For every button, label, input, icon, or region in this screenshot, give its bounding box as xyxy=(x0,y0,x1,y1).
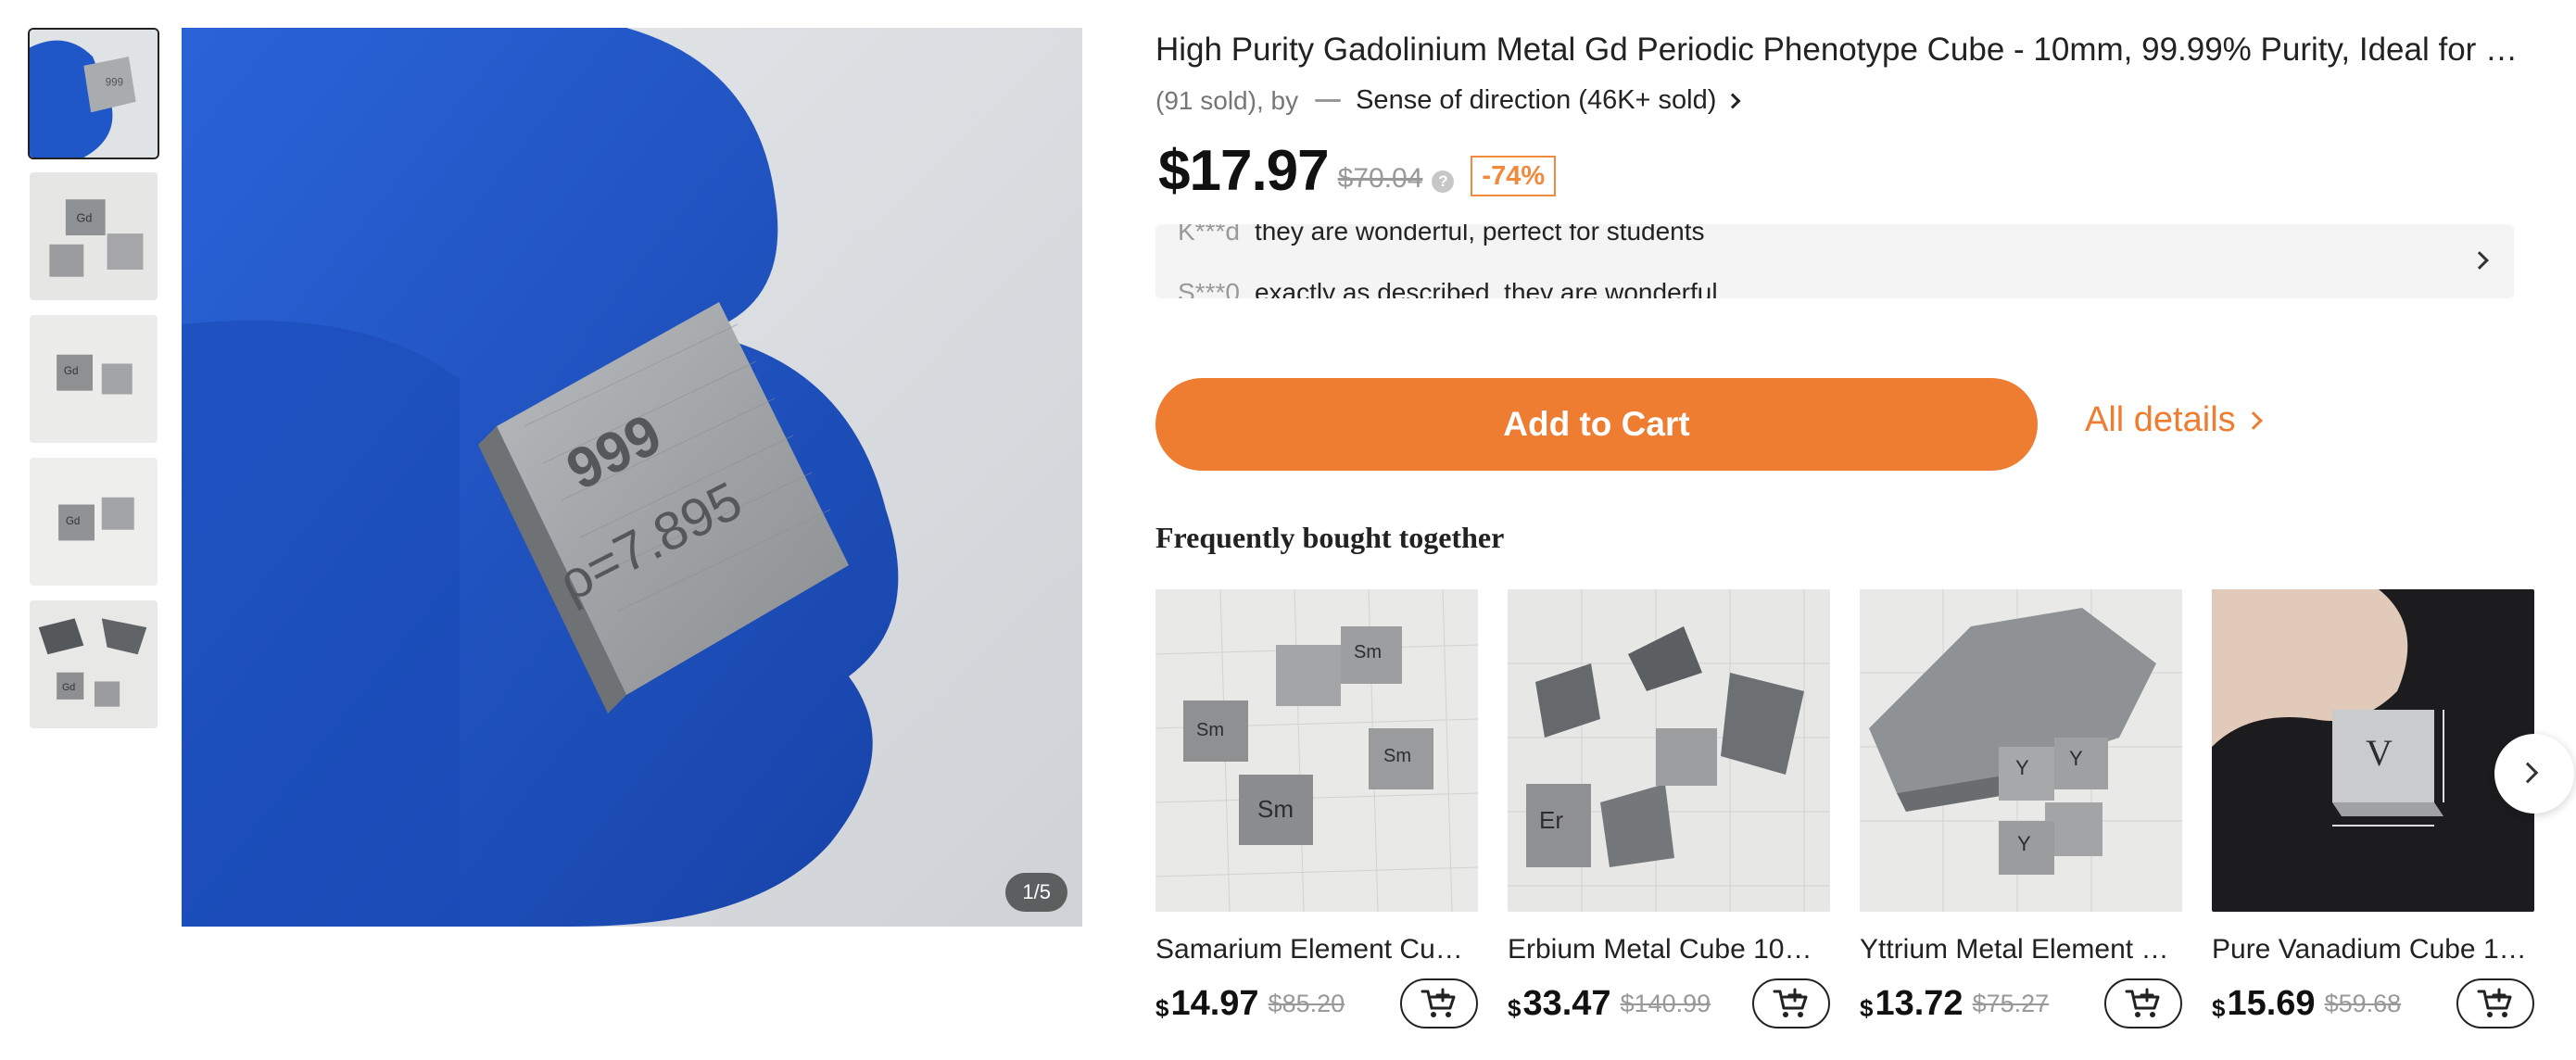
product-name[interactable]: Samarium Element Cube ... xyxy=(1155,934,1478,965)
svg-text:V: V xyxy=(2366,732,2393,774)
product-price: 14.97 xyxy=(1170,983,1259,1023)
thumbnail-3[interactable]: Gd xyxy=(28,313,159,445)
product-carousel: Sm Sm Sm Sm Samarium Element Cube ... $ … xyxy=(1155,589,2576,1034)
cart-plus-icon xyxy=(2477,988,2512,1017)
discount-badge: -74% xyxy=(1471,156,1557,196)
chevron-right-icon[interactable] xyxy=(2470,251,2489,270)
chevron-right-icon xyxy=(2517,762,2539,784)
svg-text:Sm: Sm xyxy=(1354,642,1382,662)
thumbnail-2-image: Gd xyxy=(30,172,158,300)
currency-symbol: $ xyxy=(1860,994,1874,1022)
product-price: 15.69 xyxy=(2227,983,2316,1023)
svg-text:Gd: Gd xyxy=(64,365,79,377)
original-price: $70.04 xyxy=(1337,163,1423,194)
review-item: S***0 exactly as described, they are wond… xyxy=(1178,278,1718,298)
review-text: they are wonderful, perfect for students xyxy=(1254,224,1705,246)
product-name[interactable]: Pure Vanadium Cube 10... xyxy=(2212,934,2534,965)
thumbnail-4-image: Gd xyxy=(30,458,158,586)
add-to-cart-icon[interactable] xyxy=(1400,978,1478,1028)
product-price-row: $ 14.97 $85.20 xyxy=(1155,978,1478,1028)
sold-by-label: ), by xyxy=(1247,85,1299,115)
product-name[interactable]: Erbium Metal Cube 10m... xyxy=(1508,934,1830,965)
erbium-cubes-photo: Er xyxy=(1508,589,1830,912)
product-price: 13.72 xyxy=(1875,983,1964,1023)
svg-text:999: 999 xyxy=(106,76,123,88)
gadolinium-cube-photo: 999 ρ=7.895 xyxy=(182,28,1082,927)
product-original-price: $85.20 xyxy=(1268,989,1345,1017)
question-circle-icon[interactable]: ? xyxy=(1432,170,1455,193)
add-to-cart-icon[interactable] xyxy=(2104,978,2182,1028)
svg-text:Gd: Gd xyxy=(77,211,93,224)
product-image[interactable]: Sm Sm Sm Sm xyxy=(1155,589,1478,912)
product-original-price: $59.68 xyxy=(2324,989,2402,1017)
product-card[interactable]: V Pure Vanadium Cube 10... $ 15.69 $59.6… xyxy=(2212,589,2534,1028)
review-item: K***d they are wonderful, perfect for stu… xyxy=(1178,224,1705,246)
thumbnail-5[interactable]: Gd xyxy=(28,599,159,730)
store-logo-icon xyxy=(1315,99,1342,102)
product-original-price: $140.99 xyxy=(1620,989,1711,1017)
sold-and-seller: (91 sold), by Sense of direction (46K+ s… xyxy=(1155,85,1741,116)
yttrium-cubes-photo: Y Y Y xyxy=(1860,589,2182,912)
price-row: $17.97 $70.04 ? -74% xyxy=(1158,139,1557,204)
sold-count: (91 sold xyxy=(1155,85,1248,115)
product-price-row: $ 15.69 $59.68 xyxy=(2212,978,2534,1028)
svg-text:Gd: Gd xyxy=(62,682,75,693)
svg-text:Sm: Sm xyxy=(1383,746,1411,766)
reviewer-name: K***d xyxy=(1178,224,1240,246)
all-details-link[interactable]: All details xyxy=(2085,400,2263,440)
product-original-price: $75.27 xyxy=(1972,989,2050,1017)
svg-text:Sm: Sm xyxy=(1257,795,1294,823)
thumbnail-1-image: 999 xyxy=(30,30,158,158)
svg-text:Er: Er xyxy=(1539,806,1563,834)
product-card[interactable]: Y Y Y Yttrium Metal Element C... $ 13.72… xyxy=(1860,589,2182,1028)
svg-text:Sm: Sm xyxy=(1196,720,1224,740)
thumbnail-3-image: Gd xyxy=(30,315,158,443)
thumbnail-4[interactable]: Gd xyxy=(28,456,159,587)
product-price: 33.47 xyxy=(1522,983,1611,1023)
product-name[interactable]: Yttrium Metal Element C... xyxy=(1860,934,2182,965)
store-link[interactable]: Sense of direction (46K+ sold) xyxy=(1356,85,1716,116)
svg-text:Y: Y xyxy=(2017,832,2031,855)
main-product-image[interactable]: 999 ρ=7.895 1/5 xyxy=(182,28,1082,927)
add-to-cart-icon[interactable] xyxy=(1752,978,1830,1028)
chevron-right-icon xyxy=(2243,410,2263,430)
thumbnail-5-image: Gd xyxy=(30,600,158,728)
all-details-label: All details xyxy=(2085,400,2236,439)
product-price-row: $ 13.72 $75.27 xyxy=(1860,978,2182,1028)
currency-symbol: $ xyxy=(1508,994,1522,1022)
cart-plus-icon xyxy=(1421,988,1456,1017)
product-price-row: $ 33.47 $140.99 xyxy=(1508,978,1830,1028)
currency-symbol: $ xyxy=(1155,994,1169,1022)
thumbnail-strip: 999 Gd Gd Gd Gd xyxy=(28,28,159,741)
product-card[interactable]: Sm Sm Sm Sm Samarium Element Cube ... $ … xyxy=(1155,589,1478,1028)
product-title: High Purity Gadolinium Metal Gd Periodic… xyxy=(1155,32,2536,68)
currency-symbol: $ xyxy=(2212,994,2226,1022)
svg-text:Y: Y xyxy=(2069,747,2083,770)
cart-plus-icon xyxy=(2125,988,2160,1017)
svg-text:Y: Y xyxy=(2015,756,2029,779)
review-text: exactly as described, they are wonderful xyxy=(1254,278,1718,298)
samarium-cubes-photo: Sm Sm Sm Sm xyxy=(1155,589,1478,912)
thumbnail-1[interactable]: 999 xyxy=(28,28,159,159)
reviewer-name: S***0 xyxy=(1178,278,1240,298)
chevron-right-icon xyxy=(1724,93,1741,108)
product-image[interactable]: Er xyxy=(1508,589,1830,912)
thumbnail-2[interactable]: Gd xyxy=(28,170,159,302)
product-image[interactable]: V xyxy=(2212,589,2534,912)
product-image[interactable]: Y Y Y xyxy=(1860,589,2182,912)
vanadium-cube-photo: V xyxy=(2212,589,2534,912)
image-counter: 1/5 xyxy=(1005,873,1067,912)
section-title: Frequently bought together xyxy=(1155,521,1505,554)
review-ticker[interactable]: K***d they are wonderful, perfect for stu… xyxy=(1155,224,2514,298)
current-price: $17.97 xyxy=(1158,139,1330,203)
product-card[interactable]: Er Erbium Metal Cube 10m... $ 33.47 $140… xyxy=(1508,589,1830,1028)
add-to-cart-button[interactable]: Add to Cart xyxy=(1155,378,2038,471)
svg-text:Gd: Gd xyxy=(66,515,81,527)
cart-plus-icon xyxy=(1773,988,1808,1017)
add-to-cart-icon[interactable] xyxy=(2456,978,2534,1028)
carousel-next-button[interactable] xyxy=(2494,734,2574,814)
